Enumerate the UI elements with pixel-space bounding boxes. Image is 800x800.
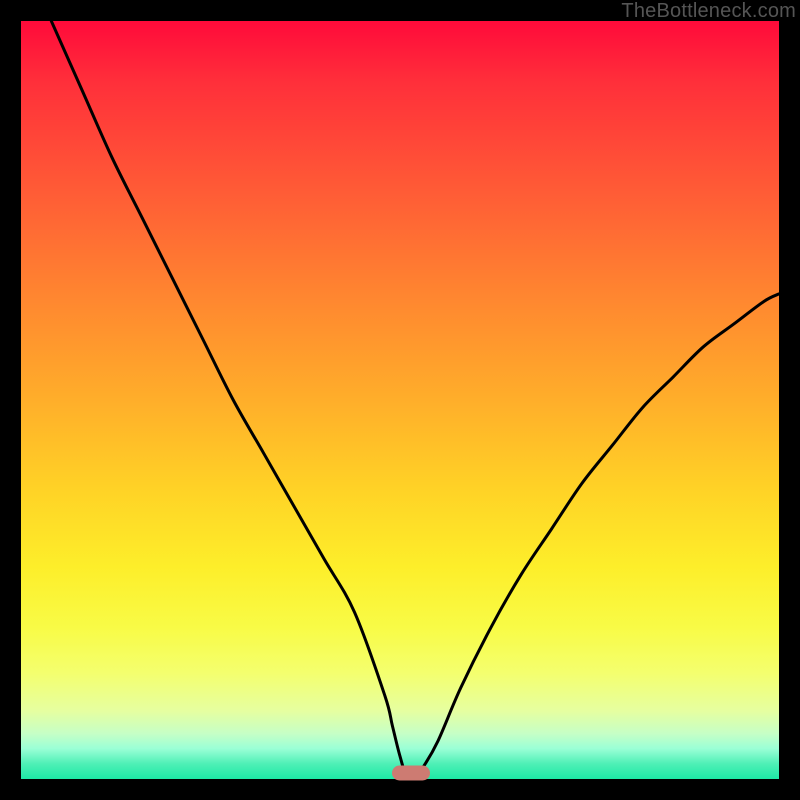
watermark-text: TheBottleneck.com <box>621 0 796 23</box>
bottleneck-curve <box>21 21 779 779</box>
curve-path <box>51 21 779 779</box>
chart-frame: TheBottleneck.com <box>0 0 800 800</box>
optimal-marker <box>392 766 430 781</box>
plot-area <box>21 21 779 779</box>
